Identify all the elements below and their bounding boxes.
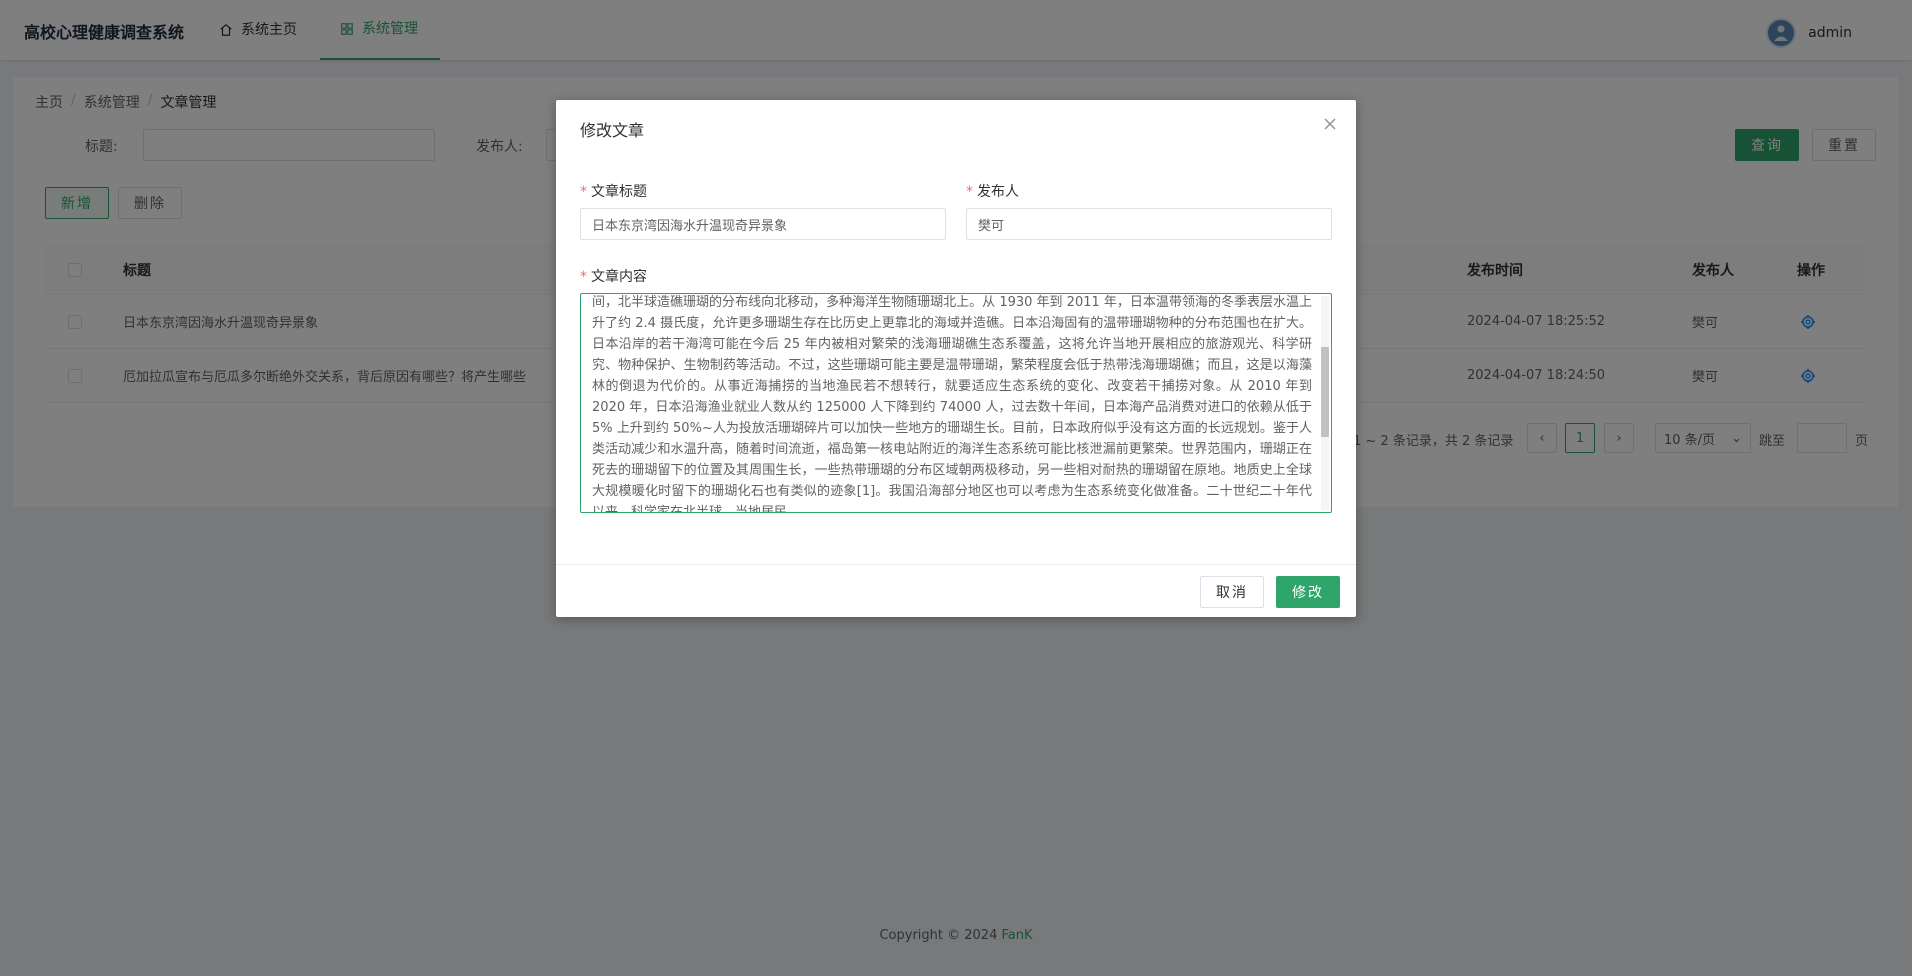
- article-title-input[interactable]: 日本东京湾因海水升温现奇异景象: [580, 208, 946, 240]
- scrollbar-thumb[interactable]: [1321, 347, 1329, 437]
- edit-article-dialog: 修改文章 * 文章标题 日本东京湾因海水升温现奇异景象 * 发布人 樊可 * 文章内容…: [556, 100, 1356, 617]
- article-content-label-text: 文章内容: [591, 269, 647, 285]
- required-mark: *: [966, 184, 973, 200]
- article-title-label-text: 文章标题: [591, 184, 647, 200]
- required-mark: *: [580, 269, 587, 285]
- publisher-label-text: 发布人: [977, 184, 1019, 200]
- cancel-button[interactable]: 取消: [1200, 576, 1264, 608]
- modal-title: 修改文章: [580, 121, 645, 140]
- modal-divider: [556, 564, 1356, 565]
- article-title-label: * 文章标题: [580, 181, 647, 201]
- article-content-text: 间，北半球造礁珊瑚的分布线向北移动，多种海洋生物随珊瑚北上。从 1930 年到 …: [592, 295, 1312, 513]
- close-icon[interactable]: [1322, 116, 1338, 132]
- submit-button[interactable]: 修改: [1276, 576, 1340, 608]
- publisher-input[interactable]: 樊可: [966, 208, 1332, 240]
- publisher-label: * 发布人: [966, 181, 1019, 201]
- article-content-label: * 文章内容: [580, 266, 647, 286]
- required-mark: *: [580, 184, 587, 200]
- article-content-textarea[interactable]: 间，北半球造礁珊瑚的分布线向北移动，多种海洋生物随珊瑚北上。从 1930 年到 …: [580, 293, 1332, 513]
